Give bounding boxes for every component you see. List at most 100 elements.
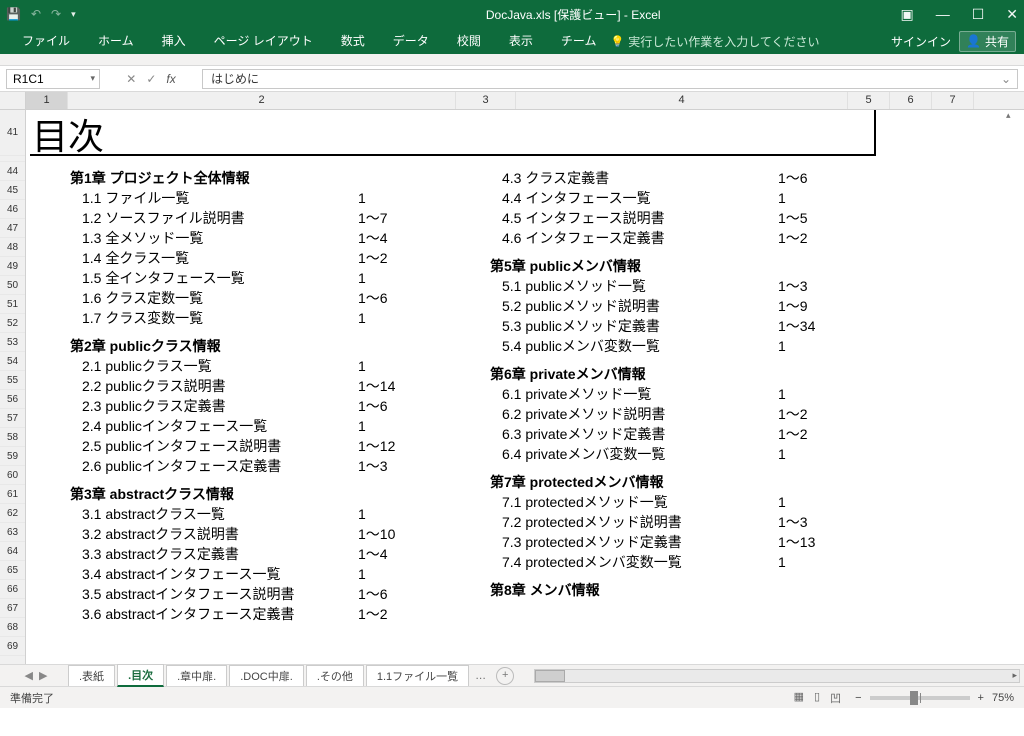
- select-all-triangle[interactable]: [0, 92, 26, 109]
- row-header[interactable]: 51: [0, 295, 25, 314]
- page-border: [30, 110, 876, 156]
- view-page-layout-icon[interactable]: ▯: [814, 690, 820, 706]
- cancel-formula-icon[interactable]: ✕: [126, 72, 136, 86]
- maximize-icon[interactable]: ☐: [972, 6, 985, 23]
- tab-file[interactable]: ファイル: [8, 28, 84, 54]
- sheet-tab[interactable]: .表紙: [68, 665, 115, 686]
- toc-entry: 1.1 ファイル一覧: [70, 188, 358, 208]
- title-bar: 💾 ↶ ↷ ▾ DocJava.xls [保護ビュー] - Excel ▣ — …: [0, 0, 1024, 28]
- zoom-control: − + 75%: [855, 692, 1014, 704]
- ribbon-collapsed-strip: [0, 54, 1024, 66]
- row-header[interactable]: 56: [0, 390, 25, 409]
- sheet-tab[interactable]: .その他: [306, 665, 364, 686]
- horizontal-scrollbar[interactable]: ▸: [534, 669, 1020, 683]
- toc-page: 1～13: [778, 532, 848, 552]
- row-header[interactable]: 53: [0, 333, 25, 352]
- row-header[interactable]: 54: [0, 352, 25, 371]
- col-header-5[interactable]: 5: [848, 92, 890, 109]
- row-header[interactable]: 58: [0, 428, 25, 447]
- toc-entry: 3.2 abstractクラス説明書: [70, 524, 358, 544]
- row-header[interactable]: 47: [0, 219, 25, 238]
- row-header[interactable]: 46: [0, 200, 25, 219]
- row-header[interactable]: 44: [0, 162, 25, 181]
- sheet-tab-active[interactable]: .目次: [117, 664, 164, 687]
- fx-icon[interactable]: fx: [166, 72, 175, 86]
- row-header[interactable]: 59: [0, 447, 25, 466]
- zoom-out-button[interactable]: −: [855, 692, 861, 704]
- zoom-in-button[interactable]: +: [978, 692, 984, 704]
- zoom-slider[interactable]: [870, 696, 970, 700]
- sign-in-link[interactable]: サインイン: [891, 33, 951, 50]
- tab-data[interactable]: データ: [379, 28, 443, 54]
- sheet-nav-prev-icon[interactable]: ◀: [25, 669, 33, 682]
- ribbon-display-icon[interactable]: ▣: [900, 6, 913, 23]
- row-header[interactable]: 60: [0, 466, 25, 485]
- tab-formulas[interactable]: 数式: [327, 28, 379, 54]
- row-header[interactable]: 65: [0, 561, 25, 580]
- toc-entry: 3.1 abstractクラス一覧: [70, 504, 358, 524]
- row-header[interactable]: 45: [0, 181, 25, 200]
- vertical-scrollbar[interactable]: ▴: [1006, 110, 1022, 664]
- sheet-nav-next-icon[interactable]: ▶: [39, 669, 47, 682]
- chapter-heading: 第1章 プロジェクト全体情報: [70, 168, 470, 188]
- row-header[interactable]: 68: [0, 618, 25, 637]
- row-header[interactable]: 57: [0, 409, 25, 428]
- row-header[interactable]: 48: [0, 238, 25, 257]
- zoom-slider-thumb[interactable]: [910, 691, 918, 705]
- view-page-break-icon[interactable]: 凹: [830, 690, 841, 706]
- row-header[interactable]: 55: [0, 371, 25, 390]
- sheet-nav-buttons[interactable]: ◀ ▶: [4, 669, 68, 682]
- col-header-2[interactable]: 2: [68, 92, 456, 109]
- row-header[interactable]: 62: [0, 504, 25, 523]
- row-header[interactable]: 66: [0, 580, 25, 599]
- col-header-6[interactable]: 6: [890, 92, 932, 109]
- scroll-up-icon[interactable]: ▴: [1006, 110, 1011, 121]
- col-header-1[interactable]: 1: [26, 92, 68, 109]
- tab-view[interactable]: 表示: [495, 28, 547, 54]
- toc-entry: 4.3 クラス定義書: [490, 168, 778, 188]
- toc-entry: 5.4 publicメンバ変数一覧: [490, 336, 778, 356]
- col-header-7[interactable]: 7: [932, 92, 974, 109]
- toc-entry: 3.5 abstractインタフェース説明書: [70, 584, 358, 604]
- tab-review[interactable]: 校閲: [443, 28, 495, 54]
- minimize-icon[interactable]: —: [936, 6, 950, 23]
- undo-icon[interactable]: ↶: [31, 7, 41, 21]
- tab-insert[interactable]: 挿入: [148, 28, 200, 54]
- toc-entry: 4.5 インタフェース説明書: [490, 208, 778, 228]
- scroll-right-icon[interactable]: ▸: [1012, 670, 1017, 681]
- row-header[interactable]: 50: [0, 276, 25, 295]
- zoom-level[interactable]: 75%: [992, 692, 1014, 704]
- save-icon[interactable]: 💾: [6, 7, 21, 21]
- toc-left-column: 第1章 プロジェクト全体情報 1.1 ファイル一覧1 1.2 ソースファイル説明…: [70, 168, 470, 624]
- row-header[interactable]: 61: [0, 485, 25, 504]
- tab-team[interactable]: チーム: [547, 28, 611, 54]
- share-button[interactable]: 👤 共有: [959, 31, 1016, 52]
- qat-dropdown-icon[interactable]: ▾: [71, 9, 76, 20]
- sheet-tab[interactable]: .章中扉.: [166, 665, 227, 686]
- enter-formula-icon[interactable]: ✓: [146, 72, 156, 86]
- tab-home[interactable]: ホーム: [84, 28, 148, 54]
- row-header[interactable]: 64: [0, 542, 25, 561]
- row-header[interactable]: 67: [0, 599, 25, 618]
- redo-icon[interactable]: ↷: [51, 7, 61, 21]
- tell-me-box[interactable]: 💡 実行したい作業を入力してください: [610, 33, 819, 50]
- sheet-tab[interactable]: 1.1ファイル一覧: [366, 665, 469, 686]
- add-sheet-button[interactable]: +: [496, 667, 514, 685]
- sheet-more[interactable]: …: [475, 670, 486, 682]
- cell-area[interactable]: 目次 第1章 プロジェクト全体情報 1.1 ファイル一覧1 1.2 ソースファイ…: [26, 110, 1024, 664]
- view-normal-icon[interactable]: ▦: [794, 690, 804, 706]
- row-header[interactable]: 49: [0, 257, 25, 276]
- name-box[interactable]: R1C1: [6, 69, 100, 89]
- close-icon[interactable]: ✕: [1006, 6, 1018, 23]
- formula-input[interactable]: はじめに: [202, 69, 1018, 89]
- sheet-tab[interactable]: .DOC中扉.: [229, 665, 304, 686]
- chapter-heading: 第5章 publicメンバ情報: [490, 256, 890, 276]
- tab-page-layout[interactable]: ページ レイアウト: [200, 28, 327, 54]
- row-header[interactable]: 41: [0, 110, 25, 156]
- col-header-3[interactable]: 3: [456, 92, 516, 109]
- row-header[interactable]: 69: [0, 637, 25, 656]
- row-header[interactable]: 63: [0, 523, 25, 542]
- col-header-4[interactable]: 4: [516, 92, 848, 109]
- scroll-thumb[interactable]: [535, 670, 565, 682]
- row-header[interactable]: 52: [0, 314, 25, 333]
